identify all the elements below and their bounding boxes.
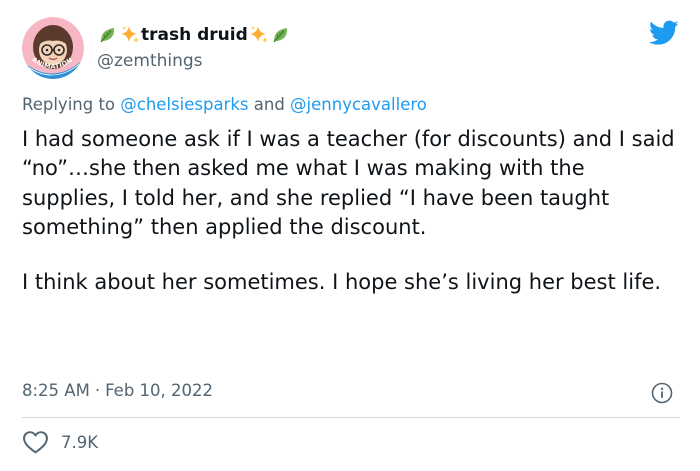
info-icon[interactable]	[651, 382, 673, 404]
sparkles-icon	[249, 26, 268, 43]
tweet-paragraph: I think about her sometimes. I hope she’…	[22, 269, 662, 294]
mention-link[interactable]: @jennycavallero	[290, 95, 427, 114]
separator: ·	[94, 381, 101, 400]
reply-prefix: Replying to	[22, 95, 121, 114]
tweet-timestamp[interactable]: 8:25 AM · Feb 10, 2022	[22, 381, 213, 400]
tweet-card: ANIMATION trash druid @zemthings Replyin…	[0, 0, 700, 471]
author-handle[interactable]: @zemthings	[97, 51, 292, 71]
mention-link[interactable]: @chelsiesparks	[120, 95, 248, 114]
tweet-time: 8:25 AM	[22, 381, 90, 400]
reply-conjunction: and	[248, 95, 291, 114]
heart-icon	[23, 431, 48, 454]
tweet-paragraph: I had someone ask if I was a teacher (fo…	[22, 127, 675, 240]
author-info: trash druid @zemthings	[97, 22, 292, 71]
display-name-text: trash druid	[141, 25, 248, 45]
tweet-text: I had someone ask if I was a teacher (fo…	[22, 125, 682, 297]
sparkles-icon	[121, 26, 139, 43]
divider	[22, 417, 680, 418]
like-button[interactable]: 7.9K	[22, 430, 98, 454]
twitter-bird-icon[interactable]	[649, 20, 679, 46]
reply-context: Replying to @chelsiesparks and @jennycav…	[22, 95, 427, 114]
leaf-icon	[273, 28, 287, 43]
tweet-date: Feb 10, 2022	[105, 381, 214, 400]
display-name[interactable]: trash druid	[97, 22, 292, 48]
avatar[interactable]: ANIMATION	[22, 17, 84, 79]
like-count: 7.9K	[61, 432, 99, 452]
avatar-image: ANIMATION	[22, 17, 84, 79]
leaf-icon	[100, 28, 115, 43]
